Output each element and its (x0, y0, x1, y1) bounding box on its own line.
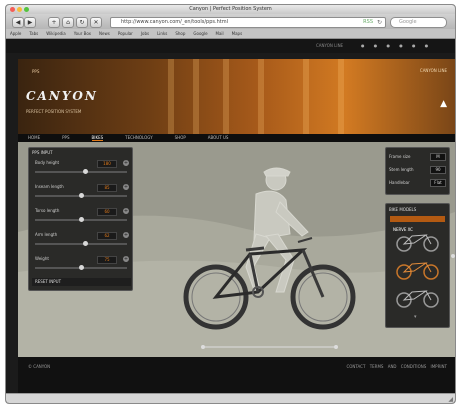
window-title: Canyon | Perfect Position System (189, 6, 272, 12)
field-label: Body height (35, 160, 60, 165)
field-value[interactable]: 62 (97, 232, 117, 240)
back-button[interactable]: ◀ (12, 17, 24, 28)
plus-icon[interactable]: + (123, 160, 129, 166)
status-bar: ◢ (6, 393, 455, 403)
reload-icon[interactable]: ↻ (377, 18, 382, 27)
input-panel: PPS INPUT Body height 180 + Inseam length 85… (28, 147, 133, 291)
bookmark-item[interactable]: Jobs (141, 31, 149, 36)
bookmark-item[interactable]: Google (193, 31, 207, 36)
social-icons[interactable]: ● ● ● ● ● ● (361, 43, 432, 48)
selected-model[interactable]: NERVE XC (390, 216, 445, 232)
home-button[interactable]: ⌂ (62, 17, 74, 28)
address-bar[interactable]: http://www.canyon.com/_en/tools/pps.html… (110, 17, 386, 28)
bookmark-item[interactable]: Links (157, 31, 167, 36)
resize-grip-icon[interactable]: ◢ (448, 396, 453, 403)
bike-thumb-1[interactable] (394, 230, 441, 252)
close-icon[interactable] (10, 7, 15, 12)
slider-track[interactable] (35, 171, 127, 173)
slider-knob[interactable] (83, 169, 88, 174)
plus-icon[interactable]: + (123, 184, 129, 190)
site-subnav: HOME PPS BIKES TECHNOLOGY SHOP ABOUT US (18, 134, 455, 142)
result-label: Stem length (389, 167, 414, 172)
page-content: CANYON LINE ● ● ● ● ● ● PPS CANYON LINE … (6, 39, 455, 403)
zoom-icon[interactable] (24, 7, 29, 12)
reset-input-button[interactable]: RESET INPUT (32, 278, 131, 286)
field-label: Torso length (35, 208, 60, 213)
pps-stage: PPS INPUT Body height 180 + Inseam length 85… (18, 142, 455, 357)
browser-toolbar: ◀ ▶ + ⌂ ↻ ✕ http://www.canyon.com/_en/to… (6, 14, 455, 29)
forward-button[interactable]: ▶ (24, 17, 36, 28)
input-field: Body height 180 + (35, 160, 129, 180)
slider-track[interactable] (35, 243, 127, 245)
bike-models-title: BIKE MODELS (389, 207, 417, 212)
bookmark-item[interactable]: Tabs (29, 31, 38, 36)
plus-icon[interactable]: + (123, 256, 129, 262)
slider-knob[interactable] (83, 241, 88, 246)
scroll-dot-icon[interactable] (451, 254, 455, 258)
field-label: Inseam length (35, 184, 64, 189)
bike-models-panel: BIKE MODELS NERVE XC ▾ (385, 203, 450, 328)
result-select[interactable]: M (430, 153, 446, 161)
bookmarks-bar: Apple Tabs Wikipedia Your Box News Popular Job… (6, 29, 455, 39)
bookmark-item[interactable]: Wikipedia (46, 31, 66, 36)
subnav-item[interactable]: BIKES (91, 135, 104, 141)
top-nav-links[interactable]: CANYON LINE (316, 43, 343, 48)
input-field: Arm length 62 + (35, 232, 129, 252)
input-panel-title: PPS INPUT (32, 150, 53, 155)
plus-icon[interactable]: + (123, 208, 129, 214)
bookmark-item[interactable]: Apple (10, 31, 21, 36)
bookmark-item[interactable]: Mail (216, 31, 224, 36)
field-label: Weight (35, 256, 49, 261)
input-field: Torso length 60 + (35, 208, 129, 228)
site-top-nav: CANYON LINE ● ● ● ● ● ● (6, 39, 455, 53)
stop-button[interactable]: ✕ (90, 17, 102, 28)
subnav-item[interactable]: TECHNOLOGY (125, 135, 153, 140)
footer-links[interactable]: CONTACT TERMS AND CONDITIONS IMPRINT (346, 364, 447, 369)
result-panel: Frame size M Stem length 90 Handlebar Flat (385, 147, 450, 195)
site-logo[interactable]: CANYON (26, 89, 98, 103)
input-field: Weight 75 + (35, 256, 129, 276)
slider-knob[interactable] (79, 217, 84, 222)
url-text: http://www.canyon.com/_en/tools/pps.html (121, 19, 228, 25)
bookmark-item[interactable]: Your Box (74, 31, 91, 36)
search-field[interactable]: Google (390, 17, 447, 28)
field-value[interactable]: 60 (97, 208, 117, 216)
bookmark-item[interactable]: Shop (175, 31, 185, 36)
result-select[interactable]: 90 (430, 166, 446, 174)
hero-banner: PPS CANYON LINE CANYON PERFECT POSITION … (18, 59, 455, 134)
bookmark-item[interactable]: Maps (232, 31, 243, 36)
bookmark-item[interactable]: News (99, 31, 110, 36)
subnav-item[interactable]: ABOUT US (208, 135, 229, 140)
browser-window: Canyon | Perfect Position System ◀ ▶ + ⌂… (5, 4, 456, 404)
bookmark-item[interactable]: Popular (118, 31, 133, 36)
subnav-item[interactable]: SHOP (175, 135, 186, 140)
subnav-item[interactable]: HOME (28, 135, 40, 140)
title-bar: Canyon | Perfect Position System (6, 5, 455, 14)
field-value[interactable]: 180 (97, 160, 117, 168)
input-field: Inseam length 85 + (35, 184, 129, 204)
bike-thumb-3[interactable] (394, 286, 441, 308)
footer-copyright: © CANYON (28, 364, 51, 369)
slider-knob[interactable] (79, 193, 84, 198)
slider-knob[interactable] (79, 265, 84, 270)
banner-subtitle: PERFECT POSITION SYSTEM (26, 109, 82, 114)
field-label: Arm length (35, 232, 58, 237)
result-label: Frame size (389, 154, 411, 159)
more-bikes-icon[interactable]: ▾ (414, 314, 417, 320)
field-value[interactable]: 85 (97, 184, 117, 192)
field-value[interactable]: 75 (97, 256, 117, 264)
banner-tag: PPS (32, 69, 40, 74)
banner-links[interactable]: CANYON LINE (420, 68, 447, 73)
minimize-icon[interactable] (17, 7, 22, 12)
result-select[interactable]: Flat (430, 179, 446, 187)
collapse-arrow-icon[interactable]: ▲ (440, 99, 447, 109)
rss-icon[interactable]: RSS (363, 18, 373, 27)
search-placeholder: Google (399, 19, 417, 25)
add-bookmark-button[interactable]: + (48, 17, 60, 28)
bike-thumb-2[interactable] (394, 258, 441, 280)
result-label: Handlebar (389, 180, 410, 185)
subnav-item[interactable]: PPS (62, 135, 69, 140)
plus-icon[interactable]: + (123, 232, 129, 238)
reload-button[interactable]: ↻ (76, 17, 88, 28)
